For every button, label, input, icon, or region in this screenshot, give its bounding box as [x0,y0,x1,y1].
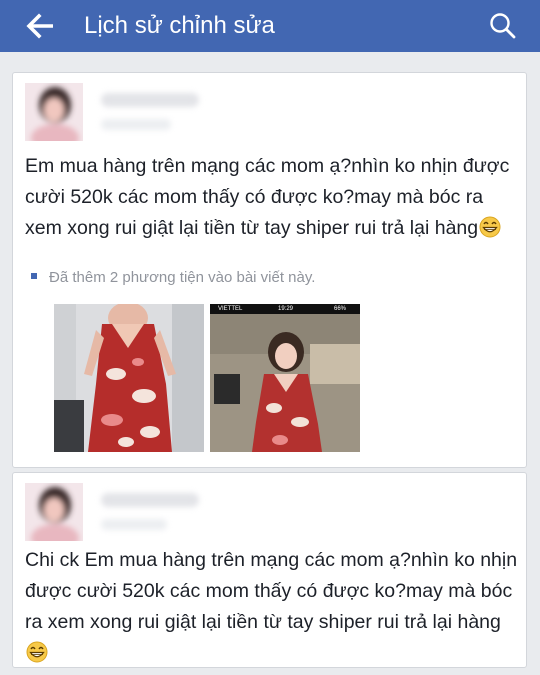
post-body: Chi ck Em mua hàng trên mạng các mom ạ?n… [25,549,518,633]
dress-photo-2[interactable]: VIETTEL 19:29 66% [210,304,360,452]
media-note-text: Đã thêm 2 phương tiện vào bài viết này. [49,269,316,286]
carrier-label: VIETTEL [218,306,243,312]
page-title: Lịch sử chỉnh sửa [84,12,275,39]
back-button[interactable] [26,13,56,39]
revision-card: Chi ck Em mua hàng trên mạng các mom ạ?n… [12,472,527,668]
timestamp-redacted [101,519,167,530]
bullet-icon [31,273,37,279]
battery-label: 66% [334,306,347,312]
author-name-redacted [101,93,199,107]
timestamp-redacted [101,119,171,130]
search-icon [490,13,516,39]
author-name-redacted [101,493,199,507]
grinning-face-icon [479,216,501,238]
media-added-note: Đã thêm 2 phương tiện vào bài viết này. [31,269,315,286]
revision-card: Em mua hàng trên mạng các mom ạ?nhìn ko … [12,72,527,468]
clock-label: 19:29 [278,306,294,312]
post-text: Em mua hàng trên mạng các mom ạ?nhìn ko … [25,151,521,244]
search-button[interactable] [488,11,518,41]
dress-photo-1[interactable] [54,304,204,452]
avatar[interactable] [25,83,83,141]
post-body: Em mua hàng trên mạng các mom ạ?nhìn ko … [25,155,510,239]
post-text: Chi ck Em mua hàng trên mạng các mom ạ?n… [25,545,521,669]
arrow-left-icon [26,13,53,39]
grinning-face-icon [26,641,48,663]
app-header: Lịch sử chỉnh sửa [0,0,540,52]
avatar[interactable] [25,483,83,541]
phone-status-bar: VIETTEL 19:29 66% [210,304,360,314]
